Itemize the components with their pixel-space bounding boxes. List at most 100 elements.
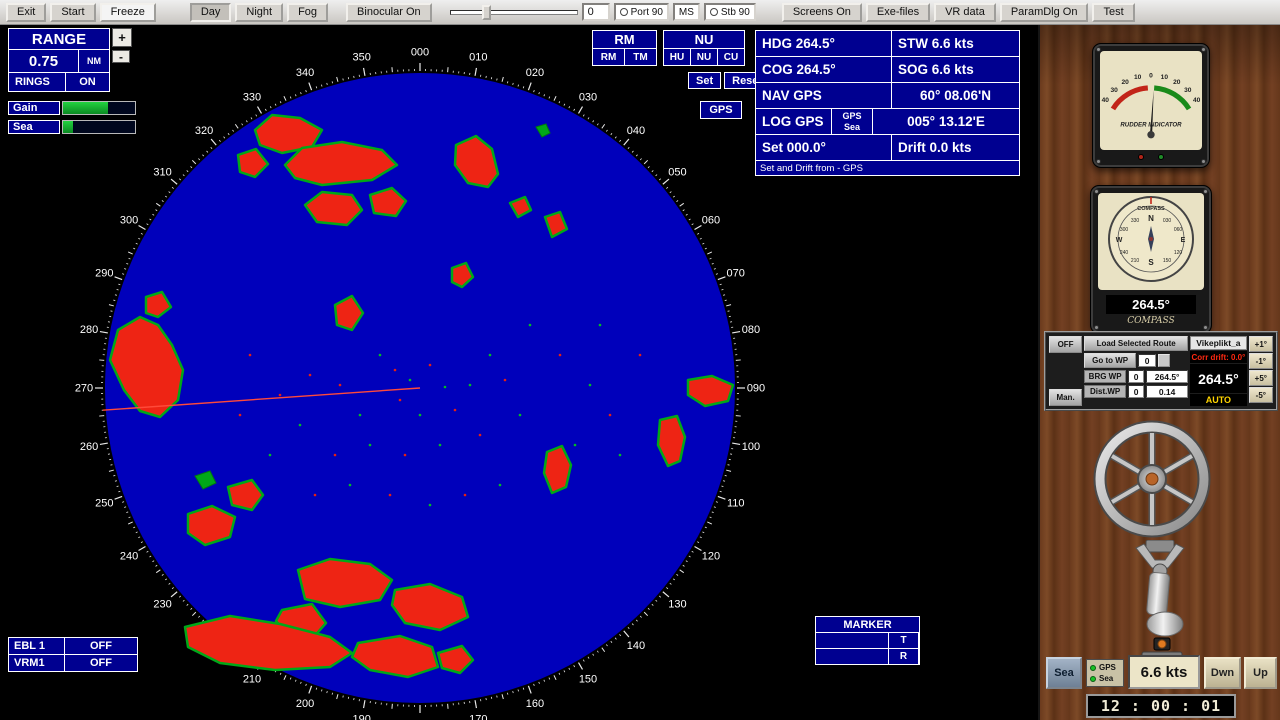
ships-wheel[interactable] bbox=[1080, 407, 1224, 551]
slider-thumb[interactable] bbox=[482, 5, 491, 20]
speed-down-button[interactable]: Dwn bbox=[1204, 657, 1241, 689]
load-route-button[interactable]: Load Selected Route bbox=[1084, 336, 1188, 351]
screens-button[interactable]: Screens On bbox=[782, 3, 862, 22]
bearing-tick bbox=[569, 106, 570, 108]
bearing-tick bbox=[523, 688, 524, 690]
bearing-tick bbox=[139, 547, 146, 551]
binocular-button[interactable]: Binocular On bbox=[346, 3, 432, 22]
rings-state[interactable]: ON bbox=[66, 73, 109, 91]
sea-clutter-dot bbox=[369, 444, 372, 447]
bearing-tick bbox=[615, 638, 616, 640]
fog-button[interactable]: Fog bbox=[287, 3, 328, 22]
bearing-label: 130 bbox=[668, 598, 686, 610]
rings-label[interactable]: RINGS bbox=[9, 73, 65, 91]
range-decrease-button[interactable]: - bbox=[112, 50, 130, 63]
bearing-tick bbox=[141, 233, 143, 234]
bearing-tick bbox=[593, 120, 594, 122]
sea-clutter-dot bbox=[499, 484, 502, 487]
goto-wp-value[interactable]: 0 bbox=[1138, 354, 1156, 367]
view-slider[interactable] bbox=[450, 3, 578, 21]
autopilot-manual-button[interactable]: Man. bbox=[1049, 389, 1082, 406]
stb90-radio[interactable]: Stb 90 bbox=[704, 3, 756, 21]
ebl-vrm-panel: EBL 1 OFF VRM1 OFF bbox=[8, 637, 138, 672]
cu-button[interactable]: CU bbox=[718, 49, 744, 65]
range-increase-button[interactable]: + bbox=[112, 28, 132, 47]
bearing-tick bbox=[136, 243, 138, 244]
bearing-tick bbox=[475, 700, 476, 708]
bearing-tick bbox=[147, 224, 149, 225]
freeze-button[interactable]: Freeze bbox=[100, 3, 156, 22]
bearing-tick bbox=[321, 85, 322, 87]
bearing-tick bbox=[615, 137, 616, 139]
test-button[interactable]: Test bbox=[1092, 3, 1134, 22]
position-source-selector[interactable]: GPS Sea bbox=[832, 109, 872, 134]
bearing-tick bbox=[528, 686, 531, 694]
exit-button[interactable]: Exit bbox=[6, 3, 46, 22]
goto-wp-stepper[interactable] bbox=[1158, 354, 1170, 367]
port90-radio[interactable]: Port 90 bbox=[614, 3, 669, 21]
set-button[interactable]: Set bbox=[688, 72, 721, 89]
bearing-tick bbox=[265, 109, 266, 111]
nu-button[interactable]: NU bbox=[691, 49, 717, 65]
rudder-led-port-icon bbox=[1138, 154, 1144, 160]
bearing-tick bbox=[554, 96, 556, 101]
sea-clutter-dot bbox=[314, 494, 317, 497]
bearing-tick bbox=[574, 109, 575, 111]
svg-text:W: W bbox=[1116, 237, 1123, 244]
tm-button[interactable]: TM bbox=[625, 49, 656, 65]
bearing-tick bbox=[549, 97, 550, 99]
bearing-tick bbox=[156, 570, 160, 573]
bearing-tick bbox=[700, 537, 702, 538]
vrm-toggle[interactable]: OFF bbox=[65, 655, 137, 671]
throttle-knob[interactable] bbox=[1147, 612, 1183, 636]
sea-mode-button[interactable]: Sea bbox=[1046, 657, 1082, 689]
hu-button[interactable]: HU bbox=[664, 49, 690, 65]
trim-minus1-button[interactable]: -1° bbox=[1249, 353, 1273, 369]
bearing-tick bbox=[680, 203, 684, 206]
trim-minus5-button[interactable]: -5° bbox=[1249, 387, 1273, 403]
start-button[interactable]: Start bbox=[50, 3, 95, 22]
speed-up-button[interactable]: Up bbox=[1244, 657, 1277, 689]
night-button[interactable]: Night bbox=[235, 3, 283, 22]
sea-clutter-dot bbox=[469, 384, 472, 387]
bearing-tick bbox=[162, 200, 164, 201]
bearing-tick bbox=[129, 517, 131, 518]
bearing-tick bbox=[705, 527, 707, 528]
bearing-tick bbox=[666, 187, 668, 188]
compass-gauge: COMPASS N 330 030 060 E 120 150 S 210 24… bbox=[1090, 185, 1212, 334]
bearing-tick bbox=[606, 644, 607, 646]
bearing-tick bbox=[172, 187, 174, 188]
sea-slider[interactable] bbox=[62, 120, 136, 134]
rm-button[interactable]: RM bbox=[593, 49, 624, 65]
bearing-tick bbox=[133, 248, 135, 249]
bearing-tick bbox=[100, 443, 108, 444]
goto-wp-button[interactable]: Go to WP bbox=[1084, 353, 1136, 368]
bearing-tick bbox=[117, 486, 119, 487]
bearing-tick bbox=[179, 596, 181, 597]
vr-data-button[interactable]: VR data bbox=[934, 3, 996, 22]
bearing-tick bbox=[113, 300, 115, 301]
day-button[interactable]: Day bbox=[190, 3, 232, 22]
bearing-tick bbox=[712, 512, 714, 513]
ebl-toggle[interactable]: OFF bbox=[65, 638, 137, 654]
paramdlg-button[interactable]: ParamDlg On bbox=[1000, 3, 1089, 22]
bearing-tick bbox=[686, 214, 688, 215]
throttle-arm[interactable] bbox=[1146, 572, 1170, 616]
gps-button[interactable]: GPS bbox=[700, 101, 742, 119]
gain-slider[interactable] bbox=[62, 101, 136, 115]
trim-plus1-button[interactable]: +1° bbox=[1249, 336, 1273, 352]
trim-plus5-button[interactable]: +5° bbox=[1249, 370, 1273, 386]
bearing-tick bbox=[136, 532, 138, 533]
sea-clutter-dot bbox=[479, 434, 482, 437]
bearing-tick bbox=[332, 693, 333, 695]
value-field[interactable]: 0 bbox=[582, 3, 610, 21]
ms-box[interactable]: MS bbox=[673, 3, 700, 21]
throttle-lever[interactable] bbox=[1118, 540, 1202, 662]
bearing-tick bbox=[564, 670, 565, 672]
bearing-label: 240 bbox=[120, 551, 138, 563]
autopilot-off-button[interactable]: OFF bbox=[1049, 336, 1082, 353]
screw-icon bbox=[1203, 189, 1208, 194]
bearing-tick bbox=[156, 565, 158, 566]
bearing-tick bbox=[169, 583, 171, 584]
exe-files-button[interactable]: Exe-files bbox=[866, 3, 930, 22]
